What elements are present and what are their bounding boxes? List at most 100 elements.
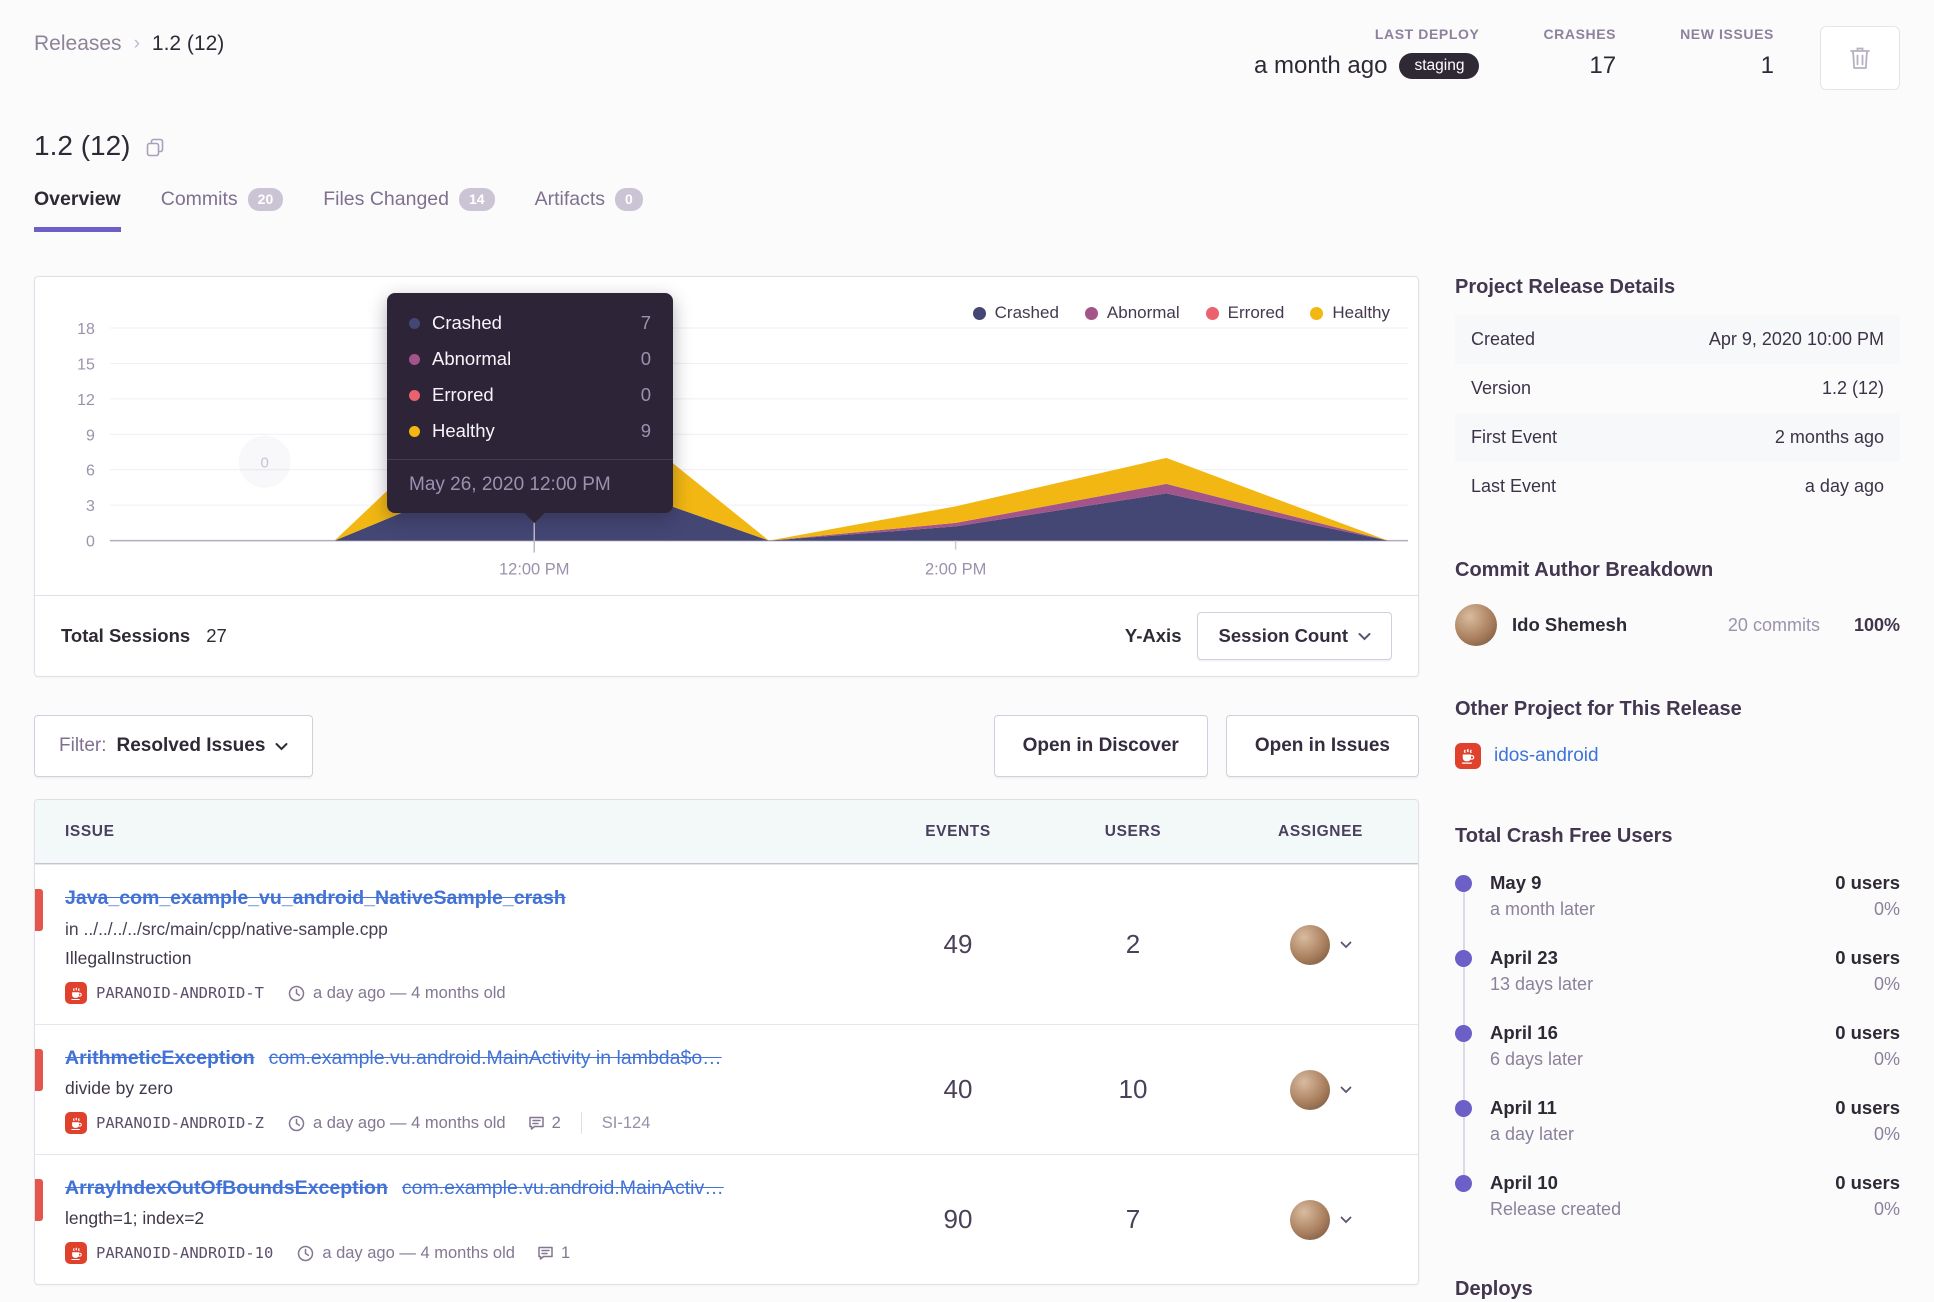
breadcrumb-current: 1.2 (12) — [151, 32, 225, 55]
tab-commits[interactable]: Commits 20 — [161, 188, 284, 232]
table-row: ArithmeticException com.example.vu.androi… — [35, 1024, 1418, 1154]
issue-link[interactable]: ArrayIndexOutOfBoundsException — [65, 1177, 388, 1199]
tooltip-row-crashed: Crashed 7 — [387, 305, 673, 341]
svg-text:0: 0 — [86, 534, 95, 551]
chart-legend: Crashed Abnormal Errored Healthy — [972, 303, 1390, 323]
tab-bar: Overview Commits 20 Files Changed 14 Artif… — [0, 188, 1934, 232]
other-project-row: idos-android — [1455, 743, 1900, 769]
issues-table-header: ISSUE EVENTS USERS ASSIGNEE — [35, 800, 1418, 864]
issue-age: a day ago — 4 months old — [288, 1114, 506, 1133]
yaxis-label: Y-Axis — [1124, 625, 1182, 646]
chevron-down-icon — [275, 742, 288, 750]
table-row: ArrayIndexOutOfBoundsException com.exampl… — [35, 1154, 1418, 1284]
chart-footer: Total Sessions 27 Y-Axis Session Count — [35, 595, 1418, 676]
open-in-discover-button[interactable]: Open in Discover — [993, 715, 1208, 777]
unhandled-marker — [35, 1049, 43, 1091]
events-count: 90 — [943, 1204, 973, 1234]
users-count: 2 — [1125, 929, 1141, 959]
stacked-area-chart: 0 3 6 9 12 15 18 12:00 PM 2:00 PM 0 — [77, 321, 1408, 579]
timeline-dot-icon — [1455, 1175, 1472, 1192]
tab-artifacts[interactable]: Artifacts 0 — [535, 188, 643, 232]
tab-label: Artifacts — [534, 188, 605, 210]
assignee-avatar — [1289, 1069, 1330, 1110]
sessions-chart[interactable]: 0 3 6 9 12 15 18 12:00 PM 2:00 PM 0 Crashed Abnor… — [35, 277, 1418, 595]
column-events: EVENTS — [925, 822, 991, 840]
environment-badge: staging — [1399, 53, 1480, 79]
delete-release-button[interactable] — [1820, 26, 1900, 90]
copy-icon[interactable] — [145, 137, 165, 157]
crashed-legend-dot — [972, 306, 986, 320]
yaxis-select[interactable]: Session Count — [1197, 612, 1392, 660]
other-project-section: Other Project for This Release idos-andr… — [1455, 698, 1900, 769]
svg-text:2:00 PM: 2:00 PM — [925, 561, 986, 579]
java-project-icon — [1455, 743, 1481, 769]
divider — [580, 1112, 582, 1134]
project-chip[interactable]: PARANOID-ANDROID-T — [65, 982, 264, 1004]
tooltip-row-errored: Errored 0 — [387, 377, 673, 413]
issue-link[interactable]: Java_com_example_vu_android_NativeSample… — [65, 887, 566, 909]
legend-item-abnormal[interactable]: Abnormal — [1084, 303, 1180, 323]
page-title: 1.2 (12) — [34, 130, 131, 161]
errored-legend-dot — [1205, 306, 1219, 320]
sessions-chart-card: 0 3 6 9 12 15 18 12:00 PM 2:00 PM 0 Crashed Abnor… — [34, 276, 1419, 677]
events-count: 49 — [943, 929, 973, 959]
assignee-dropdown[interactable] — [1223, 924, 1418, 965]
issue-age: a day ago — 4 months old — [297, 1244, 515, 1263]
new-issues-value: 1 — [1760, 52, 1774, 79]
column-users: USERS — [1104, 822, 1162, 840]
project-chip[interactable]: PARANOID-ANDROID-10 — [65, 1242, 273, 1264]
issue-short-id: SI-124 — [601, 1113, 651, 1132]
svg-text:9: 9 — [86, 427, 95, 444]
total-sessions-label: Total Sessions — [61, 625, 191, 646]
unhandled-marker — [35, 889, 43, 931]
assignee-dropdown[interactable] — [1223, 1199, 1418, 1240]
other-project-link[interactable]: idos-android — [1494, 745, 1599, 767]
issue-culprit[interactable]: com.example.vu.android.MainActiv… — [402, 1177, 724, 1199]
column-assignee: ASSIGNEE — [1278, 822, 1363, 840]
crashes-value: 17 — [1589, 52, 1617, 79]
project-release-details-section: Project Release Details Created Apr 9, 20… — [1455, 276, 1900, 511]
issue-age: a day ago — 4 months old — [288, 984, 506, 1003]
chevron-down-icon — [1358, 632, 1371, 640]
list-item: May 9a month later 0 users 0% — [1455, 872, 1900, 920]
tooltip-row-abnormal: Abnormal 0 — [387, 341, 673, 377]
issues-toolbar: Filter: Resolved Issues Open in Discover… — [34, 715, 1419, 777]
errored-dot-icon — [409, 389, 420, 401]
release-sidebar: Project Release Details Created Apr 9, 20… — [1455, 276, 1900, 1302]
author-row: Ido Shemesh 20 commits 100% — [1455, 604, 1900, 646]
legend-item-errored[interactable]: Errored — [1205, 303, 1284, 323]
unhandled-marker — [35, 1179, 43, 1221]
open-in-issues-button[interactable]: Open in Issues — [1225, 715, 1419, 777]
users-count: 7 — [1125, 1204, 1141, 1234]
clock-icon — [288, 985, 305, 1001]
commit-author-breakdown-section: Commit Author Breakdown Ido Shemesh 20 c… — [1455, 559, 1900, 646]
issue-message: length=1; index=2 — [65, 1208, 205, 1228]
legend-item-crashed[interactable]: Crashed — [972, 303, 1059, 323]
events-count: 40 — [943, 1074, 973, 1104]
chevron-down-icon — [1340, 1086, 1351, 1093]
project-chip[interactable]: PARANOID-ANDROID-Z — [65, 1112, 264, 1134]
detail-row-last-event: Last Event a day ago — [1471, 476, 1884, 496]
issue-link[interactable]: ArithmeticException — [65, 1047, 255, 1069]
svg-text:18: 18 — [77, 321, 95, 338]
issues-filter-select[interactable]: Filter: Resolved Issues — [34, 715, 314, 777]
chart-tooltip: Crashed 7 Abnormal 0 Errored 0 Healthy 9 May… — [387, 293, 673, 513]
comments-count[interactable]: 2 — [528, 1114, 561, 1133]
breadcrumb-releases[interactable]: Releases — [34, 32, 122, 56]
stat-label: LAST DEPLOY — [1374, 26, 1480, 42]
stat-crashes: CRASHES 17 — [1543, 26, 1616, 80]
tab-files-changed[interactable]: Files Changed 14 — [323, 188, 495, 232]
comment-icon — [538, 1246, 553, 1260]
comments-count[interactable]: 1 — [537, 1244, 570, 1263]
tab-label: Overview — [34, 188, 121, 210]
tab-overview[interactable]: Overview — [34, 188, 121, 232]
assignee-dropdown[interactable] — [1223, 1069, 1418, 1110]
issue-culprit[interactable]: com.example.vu.android.MainActivity in l… — [269, 1047, 722, 1069]
list-item: April 10 Release created 0 users 0% — [1455, 1172, 1900, 1220]
svg-text:12:00 PM: 12:00 PM — [499, 561, 569, 579]
svg-text:6: 6 — [86, 463, 95, 480]
section-title: Deploys — [1455, 1278, 1533, 1300]
legend-item-healthy[interactable]: Healthy — [1310, 303, 1390, 323]
tab-label: Files Changed — [323, 188, 449, 210]
tab-count-badge: 0 — [615, 188, 643, 211]
